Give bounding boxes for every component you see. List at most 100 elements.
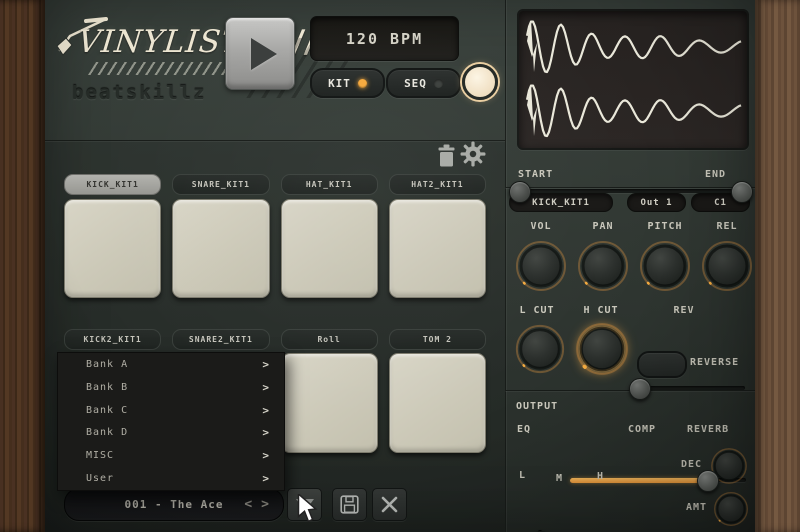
comp-label: COMP [628,424,656,435]
x-icon [381,496,398,513]
tab-tom2[interactable]: TOM 2 [389,329,486,350]
rev-slider [633,378,745,398]
rev-label: REV [673,305,694,316]
kit-tabs-row1: KICK_KIT1 SNARE_KIT1 HAT_KIT1 HAT2_KIT1 [64,174,486,195]
end-label: END [705,169,726,180]
kit-led [358,79,367,88]
pad-7[interactable] [281,353,378,453]
pitch-label: PITCH [647,221,682,232]
eq-m-band-label: M [556,473,563,484]
divider-columns [505,0,506,532]
pad-8[interactable] [389,353,486,453]
faceplate: VINYLISTIK/// beatskillz 120 BPM KIT SEQ [45,0,755,532]
tab-kick-kit1[interactable]: KICK_KIT1 [64,174,161,195]
chevron-right-icon: > [262,449,270,462]
rel-label: REL [716,221,737,232]
pads-row1 [64,199,486,296]
chevron-right-icon: > [262,426,270,439]
chevron-right-icon: > [262,404,270,417]
reverse-button[interactable] [637,351,687,378]
bpm-display[interactable]: 120 BPM [310,16,459,61]
preset-name: 001 - The Ace [124,498,223,511]
chevron-right-icon: > [262,358,270,371]
menu-item-bank-c[interactable]: Bank C > [58,399,284,422]
logo-hatch-marks [88,62,238,75]
menu-label: Bank A [86,359,128,370]
seq-led [434,79,443,88]
reverse-label: REVERSE [690,357,739,368]
seq-label: SEQ [404,77,427,90]
hcut-knob[interactable] [573,320,631,378]
eq-label: EQ [517,424,531,435]
pad-2[interactable] [172,199,269,298]
tab-snare2-kit1[interactable]: SNARE2_KIT1 [172,329,269,350]
triangle-down-icon [296,499,314,511]
rev-handle[interactable] [629,378,651,400]
rel-knob[interactable] [699,238,755,294]
waveform [519,11,747,148]
output-label: OUTPUT [516,401,558,412]
wood-rail-left [0,0,45,532]
tab-kick2-kit1[interactable]: KICK2_KIT1 [64,329,161,350]
kit-tabs-row2: KICK2_KIT1 SNARE2_KIT1 Roll TOM 2 [64,329,486,350]
play-button[interactable] [225,17,295,90]
hcut-label: H CUT [583,305,618,316]
wood-rail-right [755,0,800,532]
brand-logo: beatskillz [72,82,206,104]
preset-next-button[interactable]: > [261,497,270,512]
menu-item-bank-a[interactable]: Bank A > [58,353,284,376]
menu-label: Bank C [86,405,128,416]
trash-icon[interactable] [437,144,456,167]
vol-label: VOL [530,221,551,232]
pad-3[interactable] [281,199,378,298]
power-glow-button[interactable] [462,64,498,100]
pan-knob[interactable] [575,238,631,294]
output-route-box[interactable]: Out 1 [627,193,686,212]
pitch-knob[interactable] [637,238,693,294]
menu-label: Bank B [86,382,128,393]
menu-item-user[interactable]: User > [58,467,284,490]
seq-mode-button[interactable]: SEQ [386,68,461,98]
pad-1[interactable] [64,199,161,298]
divider-header [45,140,505,141]
preset-dropdown-button[interactable] [287,488,322,521]
output-fill [570,478,707,483]
vol-knob[interactable] [513,238,569,294]
preset-prev-button[interactable]: < [244,497,253,512]
chevron-right-icon: > [262,472,270,485]
dec-label: DEC [681,459,702,470]
menu-item-misc[interactable]: MISC > [58,444,284,467]
menu-item-bank-b[interactable]: Bank B > [58,376,284,399]
amt-knob[interactable] [712,490,750,528]
start-label: START [518,169,553,180]
preset-display[interactable]: 001 - The Ace < > [64,488,284,521]
plugin-window: VINYLISTIK/// beatskillz 120 BPM KIT SEQ [0,0,800,532]
lcut-knob[interactable] [513,322,567,376]
reverb-label: REVERB [687,424,729,435]
end-handle[interactable] [731,181,753,203]
menu-label: User [86,473,114,484]
tab-roll[interactable]: Roll [281,329,378,350]
start-handle[interactable] [509,181,531,203]
amt-label: AMT [686,502,707,513]
kit-label: KIT [328,77,351,90]
kit-mode-button[interactable]: KIT [310,68,385,98]
eq-l-band-label: L [519,470,526,481]
divider-sample [505,187,755,188]
delete-button[interactable] [372,488,407,521]
play-icon [251,38,277,70]
pad-4[interactable] [389,199,486,298]
menu-label: MISC [86,450,114,461]
gear-icon[interactable] [460,141,486,167]
tab-hat2-kit1[interactable]: HAT2_KIT1 [389,174,486,195]
menu-label: Bank D [86,427,128,438]
waveform-display [517,9,749,150]
chevron-right-icon: > [262,381,270,394]
tab-snare-kit1[interactable]: SNARE_KIT1 [172,174,269,195]
menu-item-bank-d[interactable]: Bank D > [58,421,284,444]
pan-label: PAN [592,221,613,232]
output-handle[interactable] [697,470,719,492]
save-button[interactable] [332,488,367,521]
eq-h-band-label: H [597,471,604,482]
tab-hat-kit1[interactable]: HAT_KIT1 [281,174,378,195]
